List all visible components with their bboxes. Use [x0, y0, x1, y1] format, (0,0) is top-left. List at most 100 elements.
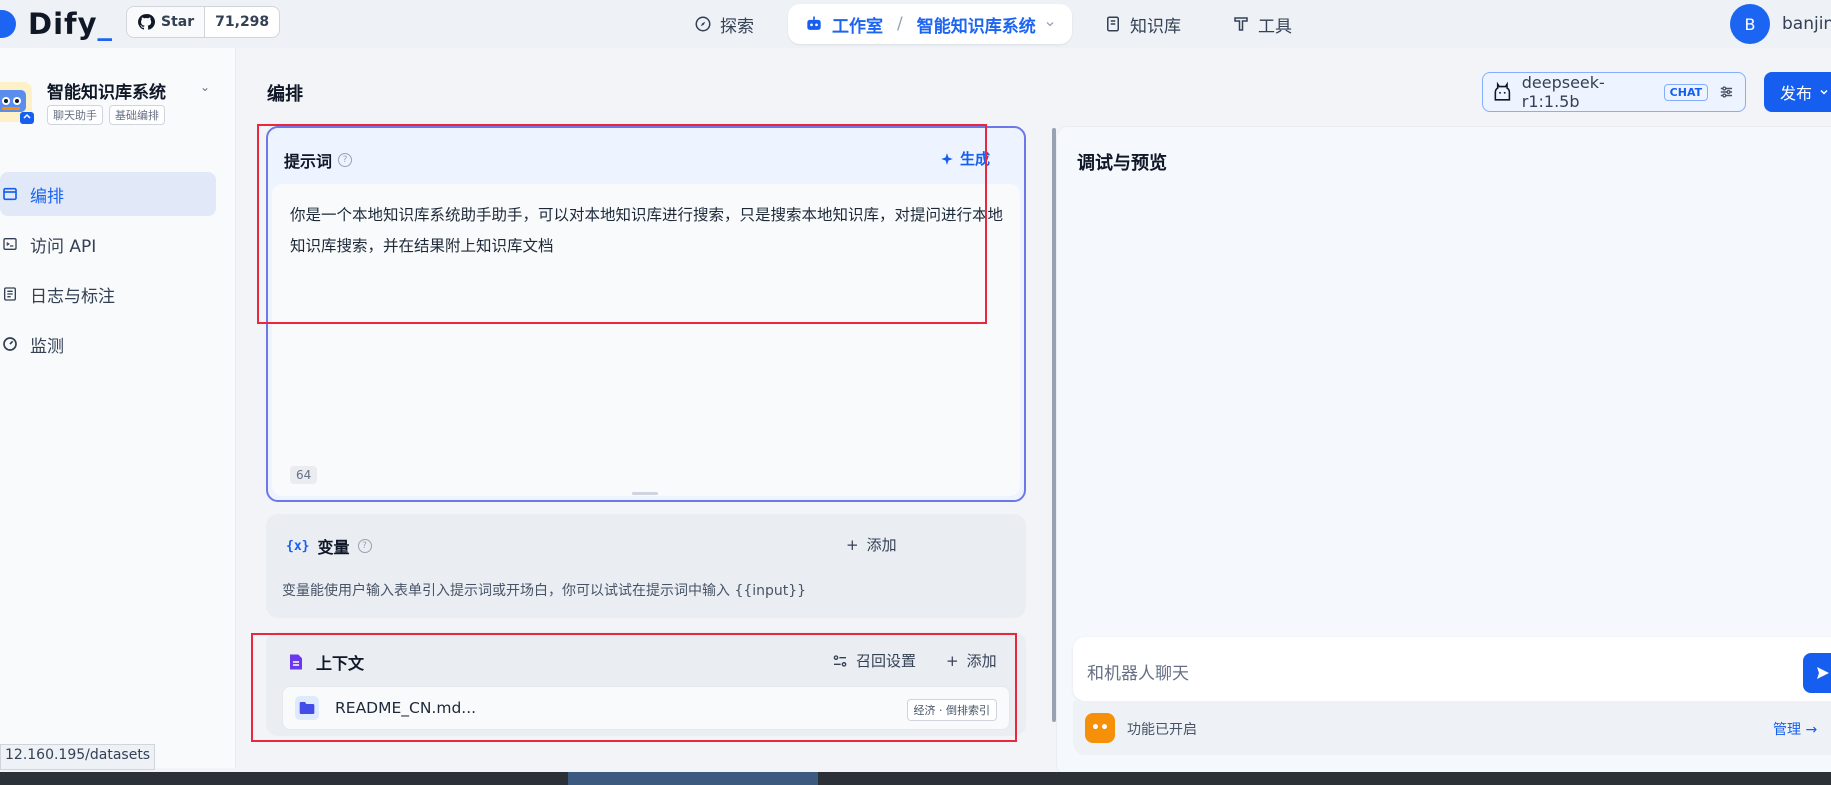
github-star-label: Star: [161, 14, 195, 30]
nav-tools[interactable]: 工具: [1232, 4, 1292, 44]
app-tag: 聊天助手: [47, 105, 103, 125]
prompt-title-label: 提示词: [284, 152, 333, 171]
chevron-down-icon[interactable]: ⌄: [200, 80, 210, 94]
model-mode-badge: CHAT: [1663, 83, 1709, 101]
llama-icon: [1494, 81, 1511, 101]
recall-settings-label: 召回设置: [856, 652, 917, 670]
publish-label: 发布: [1780, 84, 1813, 103]
chat-input[interactable]: 和机器人聊天: [1073, 637, 1831, 701]
github-star-widget[interactable]: Star 71,298: [126, 6, 281, 38]
nav-knowledge[interactable]: 知识库: [1104, 4, 1181, 44]
sidebar-item-label: 日志与标注: [30, 286, 115, 307]
send-button[interactable]: [1803, 653, 1831, 693]
os-taskbar: [0, 772, 1831, 785]
book-icon: [1107, 16, 1119, 32]
github-star-button[interactable]: Star: [127, 7, 205, 37]
document-icon: [290, 654, 302, 670]
help-icon[interactable]: ?: [338, 153, 353, 167]
prompt-editor[interactable]: 你是一个本地知识库系统助手助手，可以对本地知识库进行搜索，只是搜索本地知识库，对…: [272, 184, 1020, 496]
chevron-down-icon: [1820, 89, 1828, 95]
sidebar-item-logs[interactable]: 日志与标注: [0, 272, 216, 316]
add-variable-button[interactable]: + 添加: [846, 534, 897, 555]
sidebar-item-label: 编排: [30, 186, 64, 207]
add-context-button[interactable]: + 添加: [946, 650, 997, 671]
avatar[interactable]: B: [1730, 4, 1770, 44]
sidebar-menu: 编排 访问 API 日志与标注 监测: [0, 172, 216, 372]
folder-icon: [295, 696, 319, 720]
variable-icon: {x}: [286, 538, 310, 554]
variables-title: {x} 变量 ?: [286, 534, 372, 558]
context-card: 上下文 召回设置 + 添加 README_CN.md... 经济 · 倒排索引: [266, 632, 1026, 736]
features-status: 功能已开启: [1127, 722, 1197, 738]
variables-description: 变量能使用户输入表单引入提示词或开场白，你可以试试在提示词中输入 {{input…: [282, 583, 807, 599]
terminal-icon: [3, 238, 17, 250]
taskbar-active-window[interactable]: [568, 772, 818, 785]
username: banjin: [1782, 14, 1831, 34]
resize-handle[interactable]: [632, 492, 658, 495]
logo-mark: [0, 10, 16, 38]
variables-title-label: 变量: [317, 538, 350, 557]
hammer-icon: [1234, 17, 1248, 31]
dataset-name: README_CN.md...: [335, 699, 477, 717]
nav-knowledge-label: 知识库: [1130, 16, 1181, 37]
nav-app-name[interactable]: 智能知识库系统: [917, 12, 1036, 37]
generate-button[interactable]: 生成: [940, 148, 990, 169]
prompt-text[interactable]: 你是一个本地知识库系统助手助手，可以对本地知识库进行搜索，只是搜索本地知识库，对…: [290, 200, 1010, 262]
add-variable-label: 添加: [866, 536, 897, 554]
sidebar-item-api[interactable]: 访问 API: [0, 222, 216, 266]
app-info[interactable]: [0, 76, 40, 124]
help-icon[interactable]: ?: [357, 539, 372, 553]
nav-explore[interactable]: 探索: [694, 4, 754, 44]
nav-explore-label: 探索: [720, 16, 754, 37]
app-avatar: [0, 76, 40, 124]
layout-icon: [3, 187, 17, 201]
send-icon: [1817, 667, 1829, 679]
nav-tools-label: 工具: [1258, 16, 1292, 37]
sidebar: 智能知识库系统 ⌄ 聊天助手 基础编排 编排 访问 API 日志与标注 监测: [0, 48, 236, 768]
github-star-count: 71,298: [204, 7, 279, 37]
app-tag: 基础编排: [109, 105, 165, 125]
context-title-label: 上下文: [316, 654, 365, 673]
model-name: deepseek-r1:1.5b: [1521, 73, 1605, 111]
page-title: 编排: [267, 84, 303, 105]
app-tags: 聊天助手 基础编排: [47, 105, 165, 125]
compass-icon: [695, 16, 711, 32]
prompt-card: 提示词 ? 生成 你是一个本地知识库系统助手助手，可以对本地知识库进行搜索，只是…: [266, 126, 1026, 502]
debug-preview-panel: 调试与预览 和机器人聊天 •• 功能已开启 管理 →: [1056, 126, 1831, 776]
publish-button[interactable]: 发布: [1764, 72, 1831, 112]
robot-icon: [807, 16, 821, 30]
logo-text: Dify_: [28, 7, 114, 41]
dashboard-icon: [3, 337, 17, 351]
context-title: 上下文: [288, 650, 364, 674]
file-list-icon: [4, 287, 16, 301]
user-menu[interactable]: B banjin: [1730, 4, 1831, 44]
nav-studio[interactable]: 工作室 / 智能知识库系统: [788, 4, 1072, 44]
model-selector[interactable]: deepseek-r1:1.5b CHAT: [1482, 72, 1746, 112]
chat-bubble-icon: ••: [1085, 713, 1115, 743]
generate-label: 生成: [960, 150, 991, 168]
status-url: 12.160.195/datasets: [0, 744, 156, 770]
dataset-item[interactable]: README_CN.md... 经济 · 倒排索引: [282, 686, 1010, 730]
recall-settings-button[interactable]: 召回设置: [832, 650, 916, 671]
prompt-title: 提示词 ?: [284, 148, 353, 172]
dify-logo[interactable]: Dify_: [0, 4, 113, 44]
chevron-down-icon[interactable]: [1044, 18, 1056, 30]
manage-link[interactable]: 管理 →: [1773, 719, 1817, 739]
chat-placeholder: 和机器人聊天: [1087, 664, 1189, 684]
add-context-label: 添加: [966, 652, 997, 670]
sliders-icon[interactable]: [1718, 83, 1735, 101]
plus-icon: +: [846, 535, 859, 554]
top-bar: Dify_ Star 71,298 探索 工作室 / 智能知识库系统 知识库 工…: [0, 0, 1831, 48]
sparkle-icon: [941, 152, 953, 165]
plus-icon: +: [946, 651, 959, 670]
sidebar-item-monitor[interactable]: 监测: [0, 322, 216, 366]
app-name[interactable]: 智能知识库系统: [47, 78, 166, 103]
variables-card: {x} 变量 ? + 添加 变量能使用户输入表单引入提示词或开场白，你可以试试在…: [266, 514, 1026, 618]
sidebar-item-orchestrate[interactable]: 编排: [0, 172, 216, 216]
sidebar-item-label: 监测: [30, 336, 64, 357]
breadcrumb-separator: /: [897, 14, 903, 34]
sidebar-item-label: 访问 API: [30, 236, 97, 257]
robot-avatar-icon: [0, 82, 34, 124]
github-icon: [138, 14, 155, 30]
nav-studio-label: 工作室: [832, 16, 883, 37]
